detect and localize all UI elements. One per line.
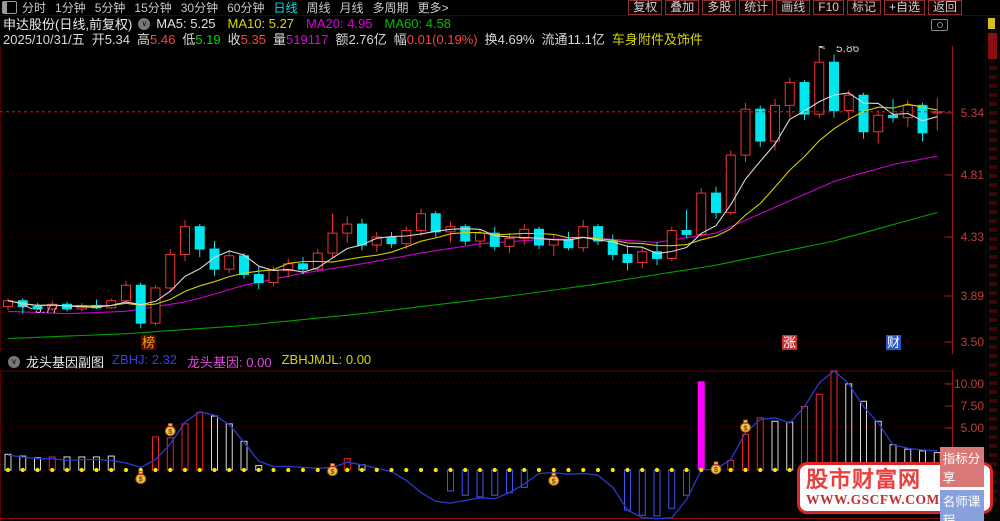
svg-text:7.50: 7.50 bbox=[961, 399, 985, 413]
toolbar-button-F10[interactable]: F10 bbox=[813, 0, 844, 15]
indicator-field: 龙头基因: 0.00 bbox=[187, 355, 272, 370]
toolbar-button-返回[interactable]: 返回 bbox=[927, 0, 962, 15]
watermark-url: WWW.GSCFW.COM bbox=[806, 492, 940, 507]
indicator-name: 龙头基因副图 bbox=[26, 355, 105, 370]
money-bag-icon: $ bbox=[327, 463, 338, 477]
svg-text:4.33: 4.33 bbox=[961, 230, 985, 244]
chart-tag-榜: 榜 bbox=[141, 335, 157, 350]
money-bag-icon: $ bbox=[135, 470, 147, 485]
money-bag-icon: $ bbox=[164, 423, 176, 437]
ma-slow-layer bbox=[7, 155, 938, 340]
indicator-header: ∨ 龙头基因副图 ZBHJ: 2.32 龙头基因: 0.00 ZBHJMJL: 0.… bbox=[0, 352, 952, 371]
svg-text:5.86: 5.86 bbox=[836, 46, 860, 55]
watermark-site-name: 股市财富网 bbox=[806, 467, 922, 492]
svg-text:5.00: 5.00 bbox=[961, 421, 985, 435]
svg-text:4.81: 4.81 bbox=[961, 168, 985, 182]
magenta-signal-bar bbox=[697, 381, 705, 470]
toolbar-button-统计[interactable]: 统计 bbox=[739, 0, 774, 15]
top-toolbar: 分时 1分钟 5分钟 15分钟 30分钟 60分钟 日线 周线 月线 多周期 更多> 复权 叠加 多股统… bbox=[0, 0, 1000, 16]
period-tab-60分钟[interactable]: 60分钟 bbox=[227, 0, 264, 16]
indicator-field: ZBHJMJL: 0.00 bbox=[281, 352, 372, 367]
watermark-tags: 指标分享 名师课程 bbox=[939, 446, 984, 521]
toolbar-button-叠加[interactable]: 叠加 bbox=[665, 0, 700, 15]
period-tab-15分钟[interactable]: 15分钟 bbox=[134, 0, 171, 16]
period-tab-多周期[interactable]: 多周期 bbox=[373, 0, 409, 16]
ma-fast-layer bbox=[7, 92, 938, 308]
watermark-tag: 名师课程 bbox=[939, 489, 984, 521]
toolbar-button-画线[interactable]: 画线 bbox=[776, 0, 811, 15]
watermark-text: 股市财富网 WWW.GSCFW.COM bbox=[806, 468, 940, 508]
camera-icon[interactable] bbox=[931, 19, 948, 31]
watermark-banner: 股市财富网 WWW.GSCFW.COM 指标分享 名师课程 bbox=[797, 446, 993, 521]
candles-layer bbox=[3, 47, 943, 328]
money-bags-layer: $ $ $ $ $ $ bbox=[135, 419, 751, 486]
period-tab-更多>[interactable]: 更多> bbox=[418, 0, 449, 16]
watermark-tag: 指标分享 bbox=[939, 446, 984, 487]
app-window: 分时 1分钟 5分钟 15分钟 30分钟 60分钟 日线 周线 月线 多周期 更多> 复权 叠加 多股统… bbox=[0, 0, 1000, 521]
svg-text:3.50: 3.50 bbox=[961, 335, 985, 349]
period-tab-日线[interactable]: 日线 bbox=[273, 0, 297, 16]
chart-tag-涨: 涨 bbox=[782, 335, 798, 350]
money-bag-icon: $ bbox=[740, 419, 751, 433]
period-tab-30分钟[interactable]: 30分钟 bbox=[181, 0, 218, 16]
strip-fragment bbox=[988, 18, 995, 29]
toolbar-buttons: 复权 叠加 多股 统计 画线 F10 标记 +自选 返回 bbox=[628, 0, 1000, 15]
chevron-down-icon[interactable]: ∨ bbox=[138, 17, 151, 30]
money-bag-icon: $ bbox=[710, 461, 722, 475]
svg-text:10.00: 10.00 bbox=[954, 377, 984, 391]
right-side-strip bbox=[985, 16, 1000, 521]
indicator-values: ZBHJ: 2.32 龙头基因: 0.00 ZBHJMJL: 0.00 bbox=[112, 352, 371, 371]
toolbar-button-多股[interactable]: 多股 bbox=[702, 0, 737, 15]
chart-tag-财: 财 bbox=[886, 335, 902, 350]
toolbar-button-复权[interactable]: 复权 bbox=[628, 0, 663, 15]
svg-text:3.89: 3.89 bbox=[961, 289, 985, 303]
toolbar-button-+自选[interactable]: +自选 bbox=[883, 0, 925, 15]
strip-glyph-column bbox=[989, 66, 997, 506]
svg-text:5.34: 5.34 bbox=[961, 106, 985, 120]
svg-text:3.77: 3.77 bbox=[35, 302, 59, 316]
indicator-field: ZBHJ: 2.32 bbox=[112, 352, 178, 367]
period-tab-月线[interactable]: 月线 bbox=[340, 0, 364, 16]
money-bag-icon: $ bbox=[548, 472, 560, 486]
quote-stats-row: 2025/10/31/五 开5.34 高5.46 低5.19 收5.35 量519117… bbox=[0, 31, 1000, 47]
toolbar-button-标记[interactable]: 标记 bbox=[846, 0, 881, 15]
period-tab-周线[interactable]: 周线 bbox=[306, 0, 330, 16]
main-candlestick-chart[interactable]: 5.34 4.81 4.33 3.89 3.50 5.86 3.77 bbox=[0, 46, 1000, 354]
window-panel-icon[interactable] bbox=[2, 1, 17, 14]
chevron-down-icon[interactable]: ∨ bbox=[8, 355, 20, 368]
strip-fragment bbox=[988, 33, 997, 59]
